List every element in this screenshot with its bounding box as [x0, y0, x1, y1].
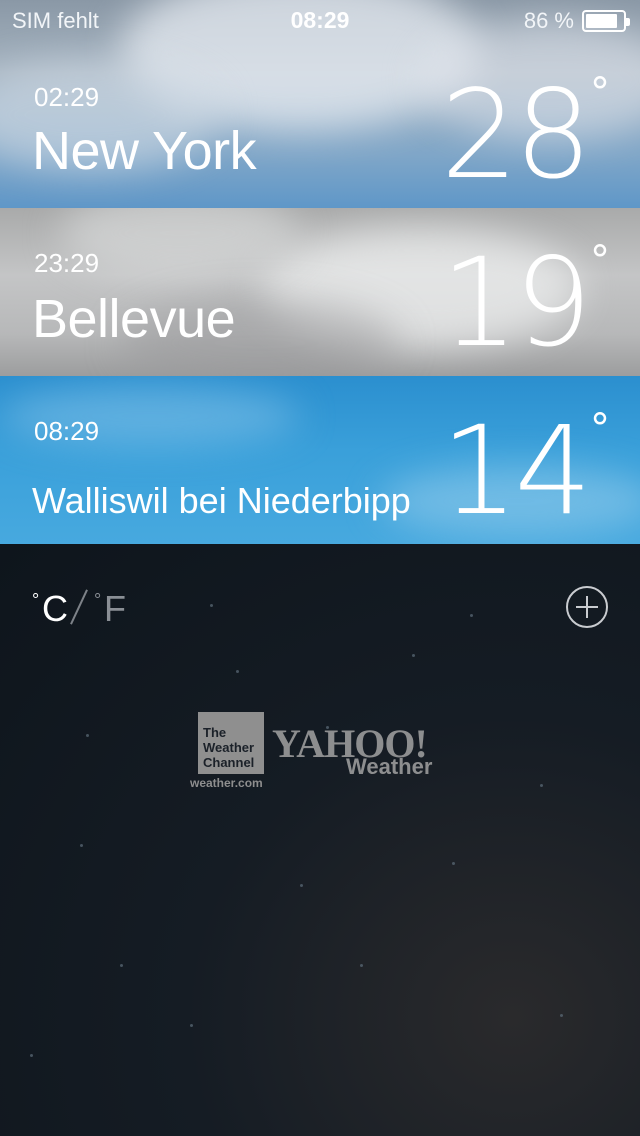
city-temperature: 14 [440, 400, 592, 542]
footer-panel: ° C ° F The Weather Channel weather.com YA… [0, 544, 640, 1136]
fahrenheit-label: F [104, 588, 126, 629]
add-city-button[interactable] [566, 586, 608, 628]
yahoo-weather-label: Weather [346, 754, 433, 779]
fahrenheit-button[interactable]: ° F [94, 588, 126, 630]
city-temperature: 19 [440, 232, 592, 374]
unit-toggle[interactable]: ° C ° F [32, 588, 126, 630]
city-local-time: 08:29 [34, 416, 100, 446]
battery-icon [582, 10, 630, 32]
battery-percent: 86 % [523, 8, 574, 33]
city-temperature: 28 [440, 64, 592, 206]
city-name: Walliswil bei Niederbipp [32, 480, 411, 521]
celsius-button[interactable]: ° C [32, 588, 68, 630]
unit-divider [70, 589, 88, 625]
city-local-time: 23:29 [34, 248, 100, 278]
city-row-walliswil[interactable]: 08:29 Walliswil bei Niederbipp 14 ° [0, 376, 640, 544]
status-bar: SIM fehlt 08:29 86 % [0, 0, 640, 40]
degree-symbol: ° [590, 238, 610, 284]
degree-symbol: ° [590, 406, 610, 452]
weather-channel-logo[interactable]: The Weather Channel [198, 712, 264, 774]
weather-com-link[interactable]: weather.com [190, 776, 263, 790]
city-name: Bellevue [32, 289, 236, 349]
celsius-label: C [42, 588, 68, 629]
city-local-time: 02:29 [34, 82, 100, 112]
city-row-bellevue[interactable]: 23:29 Bellevue 19 ° [0, 208, 640, 376]
city-name: New York [32, 121, 257, 181]
degree-symbol: ° [590, 70, 610, 116]
